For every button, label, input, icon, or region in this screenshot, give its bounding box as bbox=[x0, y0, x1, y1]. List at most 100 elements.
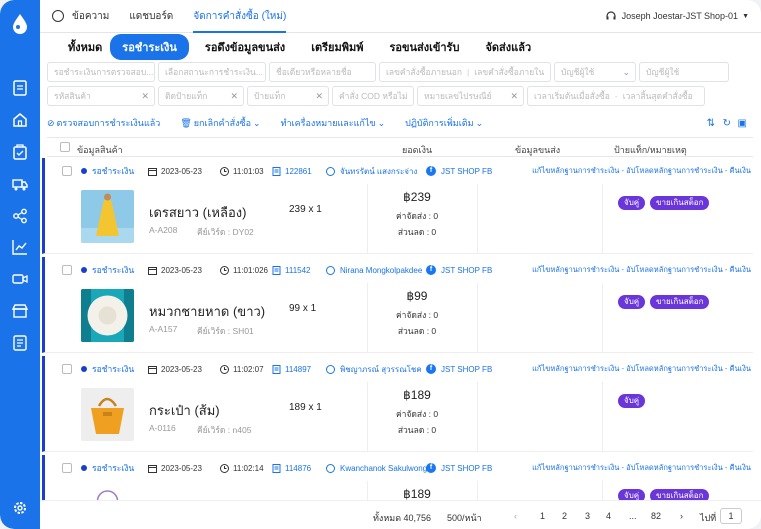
status-tab-shipped[interactable]: จัดส่งแล้ว bbox=[485, 38, 531, 56]
user-menu[interactable]: Joseph Joestar-JST Shop-01 ▼ bbox=[605, 10, 749, 22]
export-icon[interactable]: ▣ bbox=[738, 118, 747, 129]
home-icon[interactable] bbox=[11, 111, 29, 129]
chart-icon[interactable] bbox=[11, 238, 29, 256]
customer-name[interactable]: พิชญาภรณ์ สุวรรณโชค bbox=[340, 363, 422, 376]
status-tab-fetch-shipping[interactable]: รอดึงข้อมูลขนส่ง bbox=[205, 38, 285, 56]
report-icon[interactable] bbox=[11, 334, 29, 352]
product-keyword: คีย์เวิร์ด : n405 bbox=[197, 425, 252, 435]
app-window: ข้อความ แดชบอร์ด จัดการคำสั่งซื้อ (ใหม่)… bbox=[0, 0, 761, 529]
store-icon[interactable] bbox=[11, 302, 29, 320]
payment-status-select[interactable]: เลือกสถานะการชำระเงิน... bbox=[158, 62, 266, 82]
status-tab-awaiting-pickup[interactable]: รอขนส่งเข้ารับ bbox=[389, 38, 459, 56]
page-1[interactable]: 1 bbox=[540, 511, 545, 521]
order-row[interactable]: รอชำระเงิน 2023-05-23 11:02:07 114897 พิ… bbox=[42, 356, 753, 452]
document-icon[interactable] bbox=[11, 79, 29, 97]
chat-icon[interactable] bbox=[326, 364, 335, 374]
row-checkbox[interactable] bbox=[62, 364, 72, 374]
order-number-link[interactable]: 122861 bbox=[285, 167, 312, 176]
top-nav: ข้อความ แดชบอร์ด จัดการคำสั่งซื้อ (ใหม่)… bbox=[40, 0, 761, 33]
order-time: 11:01:03 bbox=[233, 166, 264, 176]
payment-links[interactable]: แก้ไขหลักฐานการชำระเงิน - อัปโหลดหลักฐาน… bbox=[532, 165, 751, 177]
order-status: รอชำระเงิน bbox=[92, 463, 135, 473]
payment-links[interactable]: แก้ไขหลักฐานการชำระเงิน - อัปโหลดหลักฐาน… bbox=[532, 462, 751, 474]
row-checkbox[interactable] bbox=[62, 463, 72, 473]
order-row[interactable]: รอชำระเงิน 2023-05-23 11:02:14 114876 Kw… bbox=[42, 455, 753, 500]
goto-label: ไปที่ bbox=[700, 513, 717, 523]
row-checkbox[interactable] bbox=[62, 265, 72, 275]
chevron-down-icon: ⌄ bbox=[622, 66, 630, 77]
refresh-icon[interactable]: ↻ bbox=[723, 118, 731, 129]
payment-check-select[interactable]: รอชำระเงินการตรวจสอบ... bbox=[47, 62, 155, 82]
status-tabs: ทั้งหมด รอชำระเงิน รอดึงข้อมูลขนส่ง เตรี… bbox=[40, 33, 761, 60]
chat-icon[interactable] bbox=[326, 463, 335, 473]
close-icon[interactable]: ✕ bbox=[230, 91, 238, 102]
sort-icon[interactable]: ⇅ bbox=[707, 118, 715, 129]
mark-edit-button[interactable]: ทำเครื่องหมายและแก้ไข ⌄ bbox=[281, 116, 386, 130]
account-select-1[interactable]: บัญชีผู้ใช้ ⌄ bbox=[554, 62, 636, 82]
verify-payment-button[interactable]: ⊘ ตรวจสอบการชำระเงินแล้ว bbox=[47, 116, 160, 130]
page-3[interactable]: 3 bbox=[585, 511, 590, 521]
next-page-icon[interactable]: › bbox=[680, 511, 683, 521]
page-last[interactable]: 82 bbox=[651, 511, 661, 521]
order-number-link[interactable]: 114897 bbox=[285, 365, 311, 374]
order-number-link[interactable]: 111542 bbox=[285, 266, 311, 275]
payment-links[interactable]: แก้ไขหลักฐานการชำระเงิน - อัปโหลดหลักฐาน… bbox=[532, 363, 751, 375]
document-icon bbox=[272, 265, 281, 275]
order-number-link[interactable]: 114876 bbox=[285, 464, 311, 473]
cancel-order-button[interactable]: 🗑 ยกเลิกคำสั่งซื้อ ⌄ bbox=[180, 116, 260, 130]
trash-icon: 🗑 bbox=[180, 117, 192, 128]
share-icon[interactable] bbox=[11, 207, 29, 225]
customer-name[interactable]: จันทรรัตน์ แสงกระจ่าง bbox=[340, 165, 417, 178]
gear-icon[interactable] bbox=[12, 500, 28, 516]
tab-order-management[interactable]: จัดการคำสั่งซื้อ (ใหม่) bbox=[193, 0, 286, 33]
close-icon[interactable]: ✕ bbox=[315, 91, 323, 102]
order-row[interactable]: รอชำระเงิน 2023-05-23 11:01:03 122861 จั… bbox=[42, 158, 753, 254]
per-page-select[interactable]: 500/หน้า bbox=[447, 511, 482, 525]
tab-messages[interactable]: ข้อความ bbox=[72, 0, 109, 33]
truck-icon[interactable] bbox=[11, 175, 29, 193]
order-number-input[interactable]: เลขคำสั่งซื้อภายนอก | เลขคำสั่งซื้อภายใน bbox=[379, 62, 551, 82]
tag-flag-select[interactable]: ติดป้ายแท็ก ✕ bbox=[158, 86, 244, 106]
payment-links[interactable]: แก้ไขหลักฐานการชำระเงิน - อัปโหลดหลักฐาน… bbox=[532, 264, 751, 276]
shipping-fee: ค่าจัดส่ง : 0 bbox=[395, 211, 439, 221]
product-image bbox=[81, 289, 134, 342]
order-status: รอชำระเงิน bbox=[92, 166, 135, 176]
chat-icon[interactable] bbox=[326, 166, 335, 176]
order-status: รอชำระเงิน bbox=[92, 265, 135, 275]
status-tab-pending-payment[interactable]: รอชำระเงิน bbox=[110, 33, 189, 60]
close-icon[interactable]: ✕ bbox=[510, 91, 518, 102]
tab-dashboard[interactable]: แดชบอร์ด bbox=[129, 0, 173, 33]
product-name-input[interactable]: ชื่อเดียวหรือหลายชื่อ bbox=[269, 62, 376, 82]
postcode-select[interactable]: หมายเลขไปรษณีย์ ✕ bbox=[417, 86, 524, 106]
tag-badge: ขายเกินสต็อก bbox=[650, 196, 710, 210]
col-tags: ป้ายแท็ก/หมายเหตุ bbox=[614, 145, 687, 155]
tag-select[interactable]: ป้ายแท็ก ✕ bbox=[247, 86, 329, 106]
page-ellipsis[interactable]: ... bbox=[629, 511, 637, 521]
product-sku: A-A208 bbox=[149, 225, 178, 235]
status-tab-ready-to-print[interactable]: เตรียมพิมพ์ bbox=[311, 38, 363, 56]
row-checkbox[interactable] bbox=[62, 166, 72, 176]
page-2[interactable]: 2 bbox=[562, 511, 567, 521]
close-icon[interactable]: ✕ bbox=[141, 91, 149, 102]
shop-name: JST SHOP FB bbox=[441, 463, 493, 473]
video-icon[interactable] bbox=[11, 270, 29, 288]
page-input[interactable]: 1 bbox=[720, 508, 742, 524]
account-select-2[interactable]: บัญชีผู้ใช้ bbox=[639, 62, 729, 82]
status-tab-all[interactable]: ทั้งหมด bbox=[68, 38, 102, 56]
cod-select[interactable]: คำสั่ง COD หรือไม่ bbox=[332, 86, 414, 106]
product-code-input[interactable]: รหัสสินค้า ✕ bbox=[47, 86, 155, 106]
customer-name[interactable]: Nirana Mongkolpakdee bbox=[340, 266, 422, 275]
page-4[interactable]: 4 bbox=[606, 511, 611, 521]
order-icon[interactable] bbox=[11, 143, 29, 161]
date-range-input[interactable]: เวลาเริ่มต้นเมื่อสั่งซื้อ - เวลาสิ้นสุดคำส… bbox=[527, 86, 705, 106]
order-row[interactable]: รอชำระเงิน 2023-05-23 11:01:026 111542 N… bbox=[42, 257, 753, 353]
filter-panel: รอชำระเงินการตรวจสอบ... เลือกสถานะการชำร… bbox=[47, 62, 737, 110]
tag-badge: จับคู่ bbox=[618, 394, 646, 408]
shipping-fee: ค่าจัดส่ง : 0 bbox=[395, 409, 439, 419]
customer-name[interactable]: Kwanchanok Sakulwong bbox=[340, 464, 427, 473]
action-bar: ⊘ ตรวจสอบการชำระเงินแล้ว 🗑 ยกเลิกคำสั่งซื้… bbox=[47, 115, 751, 131]
chat-icon[interactable] bbox=[326, 265, 335, 275]
more-actions-button[interactable]: ปฏิบัติการเพิ่มเติม ⌄ bbox=[405, 116, 483, 130]
prev-page-icon[interactable]: ‹ bbox=[514, 511, 517, 521]
select-all-checkbox[interactable] bbox=[60, 142, 70, 152]
